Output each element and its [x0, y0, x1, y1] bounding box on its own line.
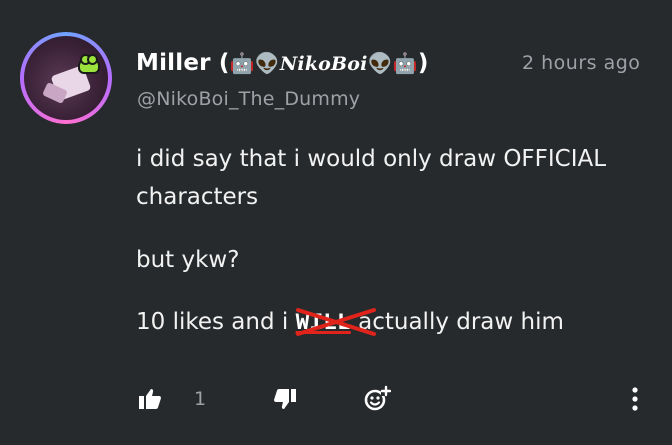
dislike-button[interactable] — [270, 384, 300, 414]
author-emoji-right: 👽🤖 — [367, 51, 418, 75]
more-vertical-icon — [632, 387, 638, 411]
avatar[interactable] — [20, 32, 112, 124]
timestamp: 2 hours ago — [522, 52, 641, 74]
author-handle[interactable]: @NikoBoi_The_Dummy — [137, 88, 360, 110]
paragraph-3-end: actually draw him — [350, 309, 564, 335]
like-button[interactable] — [135, 384, 165, 414]
comment-card: Miller (🤖👽NikoBoi👽🤖) @NikoBoi_The_Dummy … — [0, 0, 672, 445]
avatar-image — [24, 36, 108, 120]
author-name[interactable]: Miller (🤖👽NikoBoi👽🤖) — [136, 50, 429, 76]
comment-paragraph-2: but ykw? — [136, 247, 240, 273]
author-name-suffix: ) — [417, 50, 429, 76]
more-options-button[interactable] — [620, 384, 650, 414]
thumbs-down-icon — [274, 389, 296, 409]
frog-badge-icon — [78, 54, 100, 74]
add-reaction-icon — [364, 385, 391, 411]
author-name-prefix: Miller ( — [136, 50, 230, 76]
comment-paragraph-3: 10 likes and i WILL actually draw him — [136, 303, 564, 342]
struck-word: WILL — [295, 304, 376, 342]
paragraph-3-start: 10 likes and i — [136, 309, 296, 335]
thumbs-up-icon — [139, 389, 161, 409]
action-bar: 1 — [0, 380, 672, 420]
like-count: 1 — [194, 388, 207, 410]
add-reaction-button[interactable] — [362, 384, 392, 414]
comment-paragraph-1: i did say that i would only draw OFFICIA… — [136, 146, 607, 210]
author-emoji-left: 🤖👽 — [229, 51, 280, 75]
author-styled-name: NikoBoi — [279, 53, 368, 75]
struck-word-text: WILL — [295, 310, 351, 336]
